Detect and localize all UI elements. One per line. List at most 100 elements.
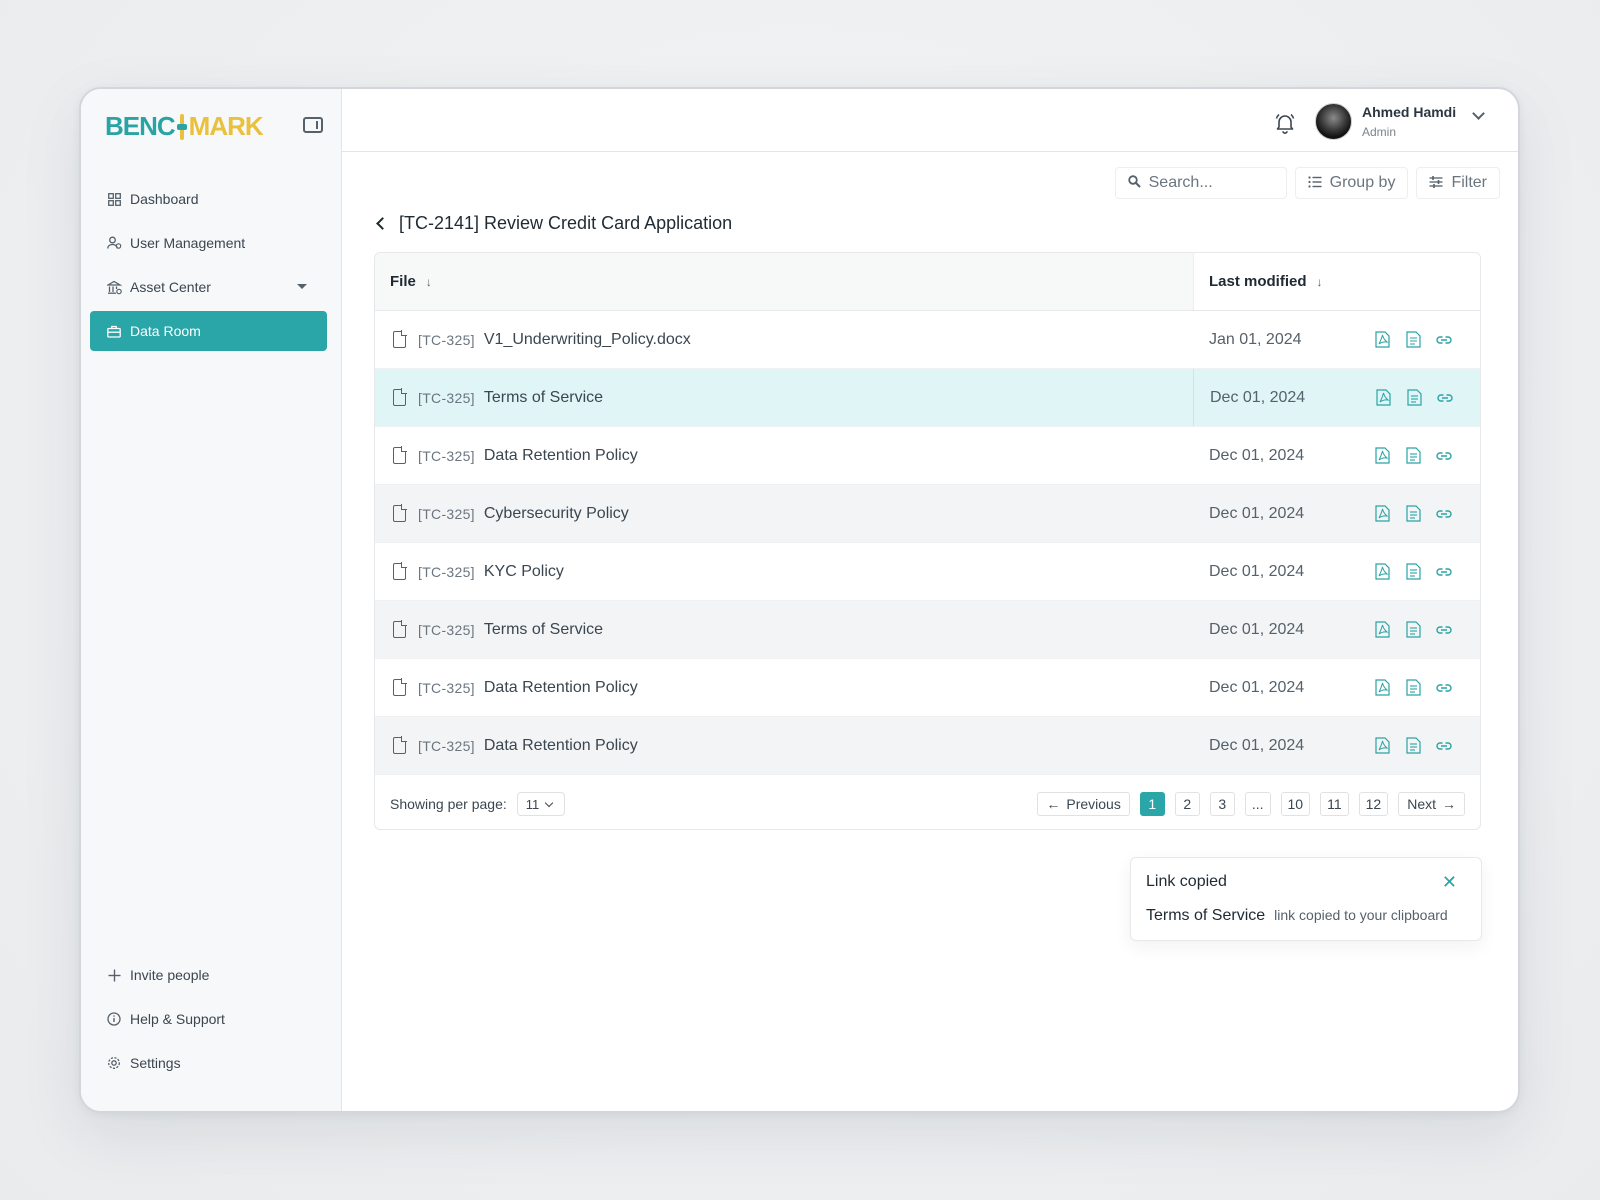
column-header-file[interactable]: File ↓ [375,253,1193,310]
search-placeholder: Search... [1148,174,1213,191]
sidebar-item-help-support[interactable]: Help & Support [90,999,327,1039]
sidebar-item-label: Settings [130,1055,181,1071]
modified-date: Dec 01, 2024 [1209,504,1305,522]
last-modified-cell: Dec 01, 2024 [1193,543,1480,600]
document-icon[interactable] [1405,679,1421,697]
file-name[interactable]: Data Retention Policy [484,679,638,697]
table-row[interactable]: [TC-325] Cybersecurity Policy Dec 01, 2024 [375,485,1480,543]
sidebar-item-dashboard[interactable]: Dashboard [90,179,327,219]
chevron-down-icon[interactable] [297,284,307,289]
sidebar-item-invite-people[interactable]: Invite people [90,955,327,995]
brand-logo[interactable]: BENC MARK [105,111,264,142]
copy-link-icon[interactable] [1436,331,1452,349]
sort-arrow-down-icon[interactable]: ↓ [426,275,432,289]
files-table: File ↓ Last modified ↓ [TC-325] V1_Underw… [374,252,1481,830]
file-name[interactable]: Data Retention Policy [484,737,638,755]
pdf-file-icon[interactable] [1374,737,1390,755]
top-bar: Ahmed Hamdi Admin [342,89,1518,152]
page-button[interactable]: 12 [1358,792,1389,816]
page-button[interactable]: 1 [1139,792,1165,816]
table-header: File ↓ Last modified ↓ [375,253,1480,311]
copy-link-icon[interactable] [1436,447,1452,465]
last-modified-cell: Dec 01, 2024 [1193,427,1480,484]
file-name[interactable]: Terms of Service [484,389,603,407]
arrow-left-icon: ← [1046,796,1061,812]
page-button[interactable]: 3 [1209,792,1235,816]
copy-link-icon[interactable] [1437,389,1453,407]
copy-link-icon[interactable] [1436,679,1452,697]
briefcase-icon [106,323,122,339]
document-icon[interactable] [1406,389,1422,407]
info-icon [106,1011,122,1027]
page-button[interactable]: 11 [1320,792,1349,816]
search-input[interactable]: Search... [1114,167,1287,199]
sort-arrow-down-icon[interactable]: ↓ [1317,275,1323,289]
column-header-last-modified[interactable]: Last modified ↓ [1193,253,1480,310]
file-code: [TC-325] [418,505,475,522]
chevron-down-icon[interactable] [1472,107,1485,120]
group-by-button[interactable]: Group by [1294,167,1409,199]
table-row[interactable]: [TC-325] Terms of Service Dec 01, 2024 [375,369,1480,427]
document-icon[interactable] [1405,621,1421,639]
sidebar-item-data-room[interactable]: Data Room [90,311,327,351]
file-name[interactable]: V1_Underwriting_Policy.docx [484,331,691,349]
table-row[interactable]: [TC-325] V1_Underwriting_Policy.docx Jan 0… [375,311,1480,369]
table-row[interactable]: [TC-325] Data Retention Policy Dec 01, 202… [375,427,1480,485]
copy-link-icon[interactable] [1436,737,1452,755]
copy-link-icon[interactable] [1436,621,1452,639]
copy-link-icon[interactable] [1436,505,1452,523]
file-name[interactable]: Terms of Service [484,621,603,639]
gear-icon [106,1055,122,1071]
pdf-file-icon[interactable] [1374,505,1390,523]
file-icon [393,736,407,754]
previous-page-button[interactable]: ← Previous [1037,792,1130,816]
table-row[interactable]: [TC-325] KYC Policy Dec 01, 2024 [375,543,1480,601]
pdf-file-icon[interactable] [1374,621,1390,639]
toast-body: Terms of Service link copied to your cli… [1146,907,1448,925]
filter-button[interactable]: Filter [1416,167,1500,199]
page-button[interactable]: 10 [1280,792,1311,816]
file-name[interactable]: Data Retention Policy [484,447,638,465]
close-icon[interactable]: ✕ [1442,873,1457,891]
page-button[interactable]: 2 [1174,792,1200,816]
last-modified-cell: Dec 01, 2024 [1193,717,1480,774]
sidebar-toggle-icon[interactable] [303,117,323,133]
sidebar-item-asset-center[interactable]: Asset Center [90,267,327,307]
file-name[interactable]: KYC Policy [484,563,564,581]
table-row[interactable]: [TC-325] Data Retention Policy Dec 01, 202… [375,717,1480,775]
next-page-button[interactable]: Next → [1398,792,1465,816]
table-row[interactable]: [TC-325] Terms of Service Dec 01, 2024 [375,601,1480,659]
document-icon[interactable] [1405,737,1421,755]
back-chevron-icon[interactable] [376,217,389,230]
document-icon[interactable] [1405,563,1421,581]
copy-link-icon[interactable] [1436,563,1452,581]
sidebar-item-user-management[interactable]: User Management [90,223,327,263]
avatar[interactable] [1315,103,1352,140]
pdf-file-icon[interactable] [1374,563,1390,581]
file-name[interactable]: Cybersecurity Policy [484,505,629,523]
modified-date: Dec 01, 2024 [1209,736,1305,754]
pdf-file-icon[interactable] [1374,331,1390,349]
pdf-file-icon[interactable] [1375,389,1391,407]
file-icon [393,678,407,696]
per-page-value: 11 [525,796,540,812]
last-modified-cell: Dec 01, 2024 [1193,485,1480,542]
file-cell: [TC-325] Data Retention Policy [375,427,1193,484]
sidebar-item-settings[interactable]: Settings [90,1043,327,1083]
last-modified-cell: Dec 01, 2024 [1193,601,1480,658]
group-by-label: Group by [1329,174,1396,191]
document-icon[interactable] [1405,331,1421,349]
pdf-file-icon[interactable] [1374,679,1390,697]
pdf-file-icon[interactable] [1374,447,1390,465]
document-icon[interactable] [1405,505,1421,523]
modified-date: Dec 01, 2024 [1209,562,1305,580]
user-name[interactable]: Ahmed Hamdi [1362,104,1456,120]
per-page-label: Showing per page: [390,796,507,812]
per-page-select[interactable]: 11 [516,792,565,816]
last-modified-cell: Jan 01, 2024 [1193,311,1480,368]
toast-title: Link copied [1146,873,1227,890]
table-row[interactable]: [TC-325] Data Retention Policy Dec 01, 202… [375,659,1480,717]
bell-icon[interactable] [1274,112,1295,134]
last-modified-cell: Dec 01, 2024 [1193,369,1480,426]
document-icon[interactable] [1405,447,1421,465]
